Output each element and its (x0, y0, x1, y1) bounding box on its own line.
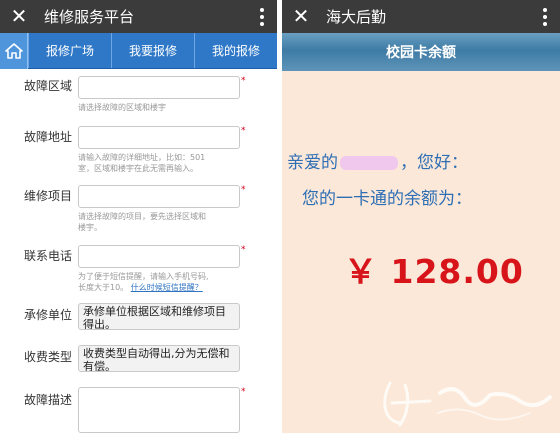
right-title-bar: ✕ 海大后勤 (282, 0, 560, 33)
watermark-logo (383, 381, 552, 427)
phone-hint: 为了便于短信提醒，请输入手机号码, 长度大于10。 什么时候短信提醒？ (78, 271, 243, 293)
redacted-name (340, 156, 398, 170)
phone-label: 联系电话 (24, 249, 73, 263)
close-icon[interactable]: ✕ (282, 0, 320, 33)
right-page-title: 海大后勤 (326, 8, 387, 26)
left-title-bar: ✕ 维修服务平台 (0, 0, 277, 33)
repair-nav-bar: 报修广场 我要报修 我的报修 (0, 33, 277, 69)
more-menu-icon[interactable] (530, 7, 560, 26)
fault-area-hint: 请选择故障的区域和楼宇 (78, 103, 166, 112)
balance-line: 您的一卡通的余额为： (302, 189, 472, 209)
more-menu-icon[interactable] (247, 7, 277, 26)
home-icon[interactable] (0, 33, 28, 69)
greeting-line: 亲爱的 ，您好： (287, 148, 468, 173)
greeting-prefix: 亲爱的 (287, 153, 338, 173)
fault-address-field[interactable] (78, 126, 240, 149)
required-mark: * (241, 387, 246, 397)
contractor-field: 承修单位根据区域和维修项目得出。 (78, 303, 240, 330)
fault-address-hint-line1: 请输入故障的详细地址，比如：501 (78, 153, 206, 162)
phone-field[interactable] (78, 245, 240, 268)
fault-area-label: 故障区域 (24, 79, 73, 93)
balance-banner-title: 校园卡余额 (386, 45, 456, 61)
repair-item-field[interactable] (78, 185, 240, 208)
left-page-title: 维修服务平台 (44, 8, 135, 26)
repair-item-hint-line1: 请选择故障的项目，要先选择区域和 (78, 212, 206, 221)
fault-area-field[interactable] (78, 76, 240, 99)
repair-item-label: 维修项目 (24, 189, 73, 203)
repair-item-hint-line2: 楼宇。 (78, 223, 102, 232)
required-mark: * (241, 245, 246, 255)
phone-hint-line1: 为了便于短信提醒，请输入手机号码, (78, 272, 209, 281)
repair-platform-screen: ✕ 维修服务平台 报修广场 我要报修 我的报修 故障区域 * 请选择故障的区域和… (0, 0, 277, 433)
balance-banner: 校园卡余额 (282, 33, 560, 71)
balance-amount: ￥ 128.00 (344, 252, 524, 291)
card-balance-screen: ✕ 海大后勤 校园卡余额 亲爱的 ，您好： 您的一卡通的余额为： ￥ 128.00 (282, 0, 560, 433)
contractor-label: 承修单位 (24, 308, 73, 322)
tab-submit-repair[interactable]: 我要报修 (111, 33, 194, 68)
greeting-suffix: ，您好： (400, 153, 468, 173)
fee-type-field: 收费类型自动得出,分为无偿和有偿。 (78, 345, 240, 372)
close-icon[interactable]: ✕ (0, 0, 38, 33)
fault-address-label: 故障地址 (24, 130, 73, 144)
fee-type-label: 收费类型 (24, 350, 73, 364)
tab-repair-square[interactable]: 报修广场 (28, 33, 111, 68)
fault-address-hint-line2: 室，区域和楼宇在此无需再输入。 (78, 164, 198, 173)
phone-hint-line2: 长度大于10。 什么时候短信提醒？ (78, 282, 243, 293)
phone-hint-prefix: 长度大于10。 (78, 283, 129, 292)
required-mark: * (241, 76, 246, 86)
required-mark: * (241, 126, 246, 136)
description-label: 故障描述 (24, 393, 73, 407)
description-field[interactable] (78, 387, 240, 433)
sms-reminder-link[interactable]: 什么时候短信提醒？ (131, 283, 203, 292)
repair-form: 故障区域 * 请选择故障的区域和楼宇 故障地址 * 请输入故障的详细地址，比如：… (0, 69, 277, 433)
tab-my-repairs[interactable]: 我的报修 (194, 33, 277, 68)
repair-item-hint: 请选择故障的项目，要先选择区域和 楼宇。 (78, 211, 243, 233)
required-mark: * (241, 185, 246, 195)
fault-address-hint: 请输入故障的详细地址，比如：501 室，区域和楼宇在此无需再输入。 (78, 152, 243, 174)
